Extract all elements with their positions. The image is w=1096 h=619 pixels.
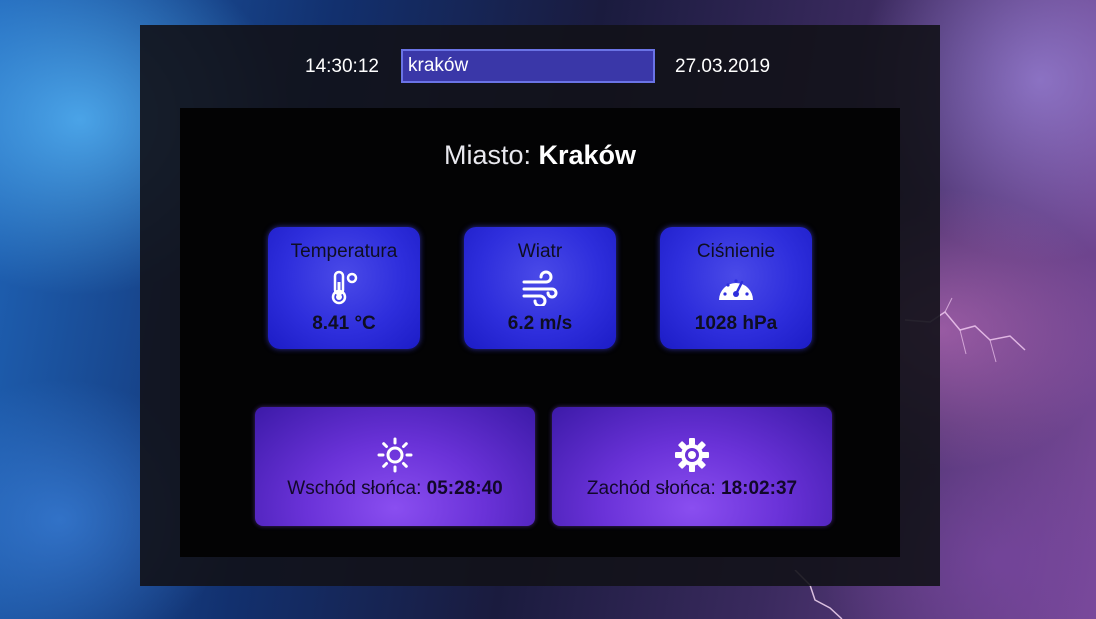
thermometer-icon: [331, 270, 358, 305]
pressure-title: Ciśnienie: [696, 241, 776, 262]
city-search-input[interactable]: [401, 49, 655, 83]
sunset-label: Zachód słońca:: [586, 478, 716, 499]
sunrise-label: Wschód słońca:: [287, 478, 422, 499]
sunrise-card: Wschód słońca: 05:28:40: [255, 407, 535, 526]
wind-icon: [522, 270, 558, 306]
current-time: 14:30:12: [305, 56, 379, 77]
gauge-icon: [719, 279, 753, 300]
wind-value: 6.2 m/s: [507, 313, 573, 334]
sunrise-time: 05:28:40: [426, 478, 503, 499]
sunrise-text: Wschód słońca: 05:28:40: [255, 478, 535, 500]
pressure-value: 1028 hPa: [694, 313, 778, 334]
wind-title: Wiatr: [517, 241, 563, 262]
sun-icon: [377, 437, 413, 473]
sunset-time: 18:02:37: [721, 478, 798, 499]
pressure-card: Ciśnienie 1028 hPa: [660, 227, 812, 349]
weather-panel: 14:30:12 27.03.2019 Miasto: Kraków Tempe…: [140, 25, 940, 586]
top-bar: 14:30:12 27.03.2019: [140, 49, 940, 83]
city-label: Miasto:: [443, 140, 531, 170]
current-date: 27.03.2019: [675, 56, 771, 77]
temperature-title: Temperatura: [290, 241, 398, 262]
weather-content: Miasto: Kraków Temperatura 8.41 °C Wiatr: [180, 108, 900, 557]
city-heading: Miasto: Kraków: [180, 140, 900, 171]
temperature-value: 8.41 °C: [312, 313, 376, 334]
wind-card: Wiatr 6.2 m/s: [464, 227, 616, 349]
temperature-card: Temperatura 8.41 °C: [268, 227, 420, 349]
cog-sun-icon: [675, 438, 709, 472]
sunset-card: Zachód słońca: 18:02:37: [552, 407, 832, 526]
sunset-text: Zachód słońca: 18:02:37: [552, 478, 832, 500]
city-name: Kraków: [538, 140, 637, 170]
